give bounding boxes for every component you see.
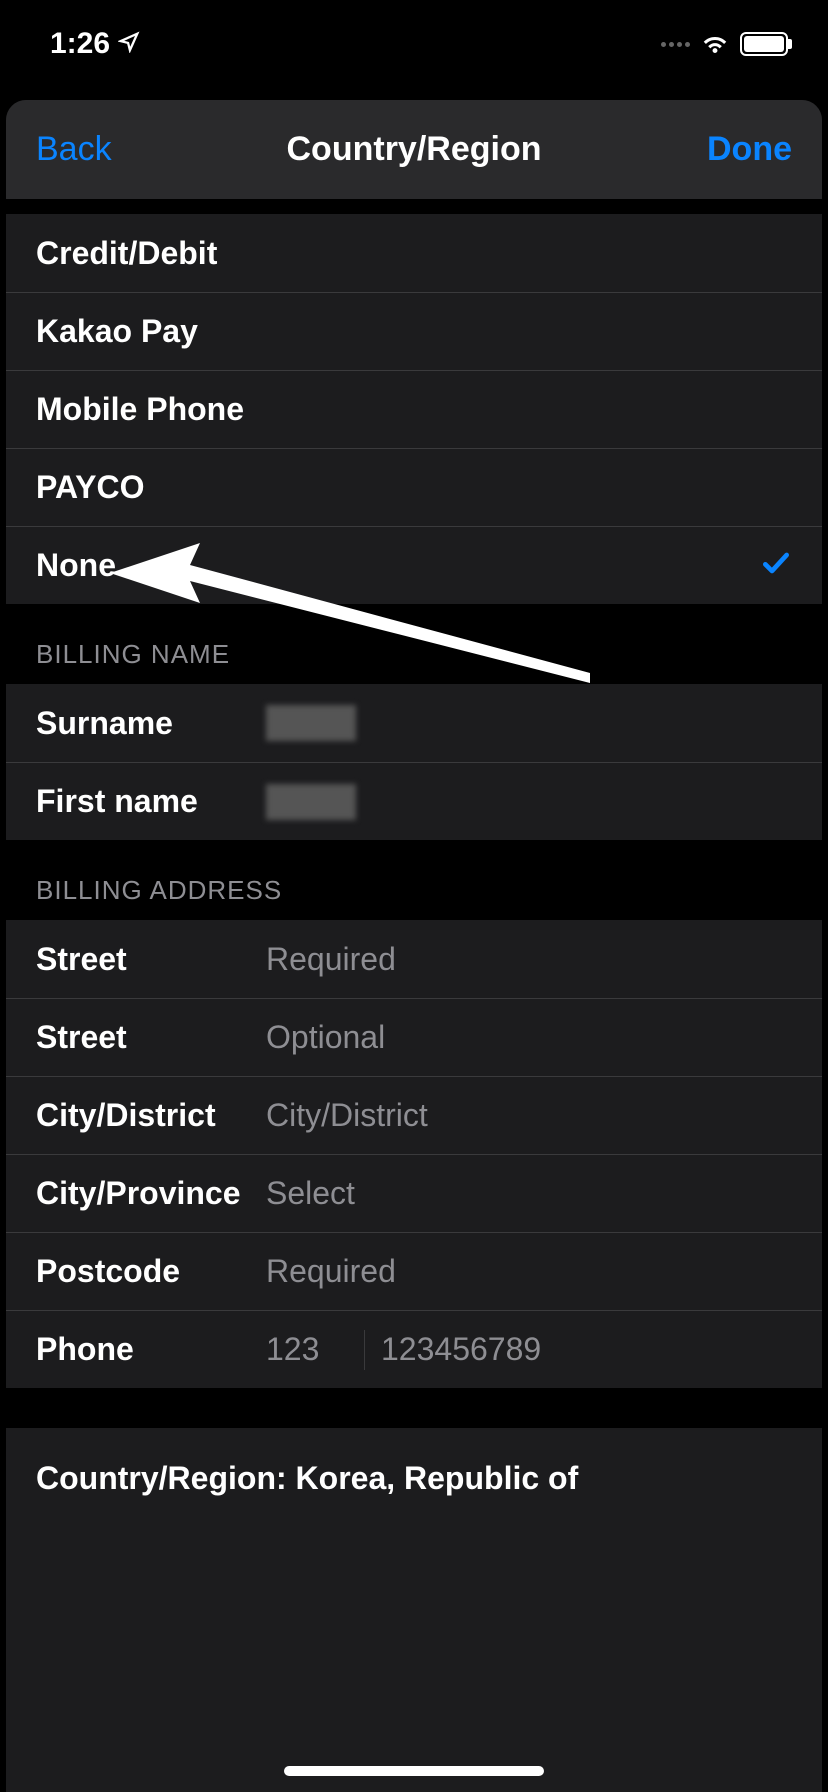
province-label: City/Province xyxy=(36,1175,266,1212)
payment-option-kakao-pay[interactable]: Kakao Pay xyxy=(6,292,822,370)
section-header-label: BILLING ADDRESS xyxy=(36,875,282,906)
postcode-input[interactable] xyxy=(266,1253,792,1290)
wifi-icon xyxy=(700,31,730,58)
phone-prefix-input[interactable] xyxy=(266,1331,356,1368)
payment-option-credit-debit[interactable]: Credit/Debit xyxy=(6,214,822,292)
battery-icon xyxy=(740,32,788,56)
status-left: 1:26 xyxy=(50,27,140,61)
street1-input[interactable] xyxy=(266,941,792,978)
country-region-label: Country/Region: Korea, Republic of xyxy=(36,1460,578,1497)
province-select[interactable]: Select xyxy=(266,1175,792,1212)
surname-row[interactable]: Surname xyxy=(6,684,822,762)
payment-option-mobile-phone[interactable]: Mobile Phone xyxy=(6,370,822,448)
status-right xyxy=(661,31,788,58)
billing-name-header: BILLING NAME xyxy=(6,604,822,684)
phone-label: Phone xyxy=(36,1331,266,1368)
street1-row[interactable]: Street xyxy=(6,920,822,998)
postcode-label: Postcode xyxy=(36,1253,266,1290)
nav-bar: Back Country/Region Done xyxy=(6,100,822,200)
modal-sheet: Back Country/Region Done Credit/Debit Ka… xyxy=(6,100,822,1792)
back-button[interactable]: Back xyxy=(36,130,112,169)
surname-label: Surname xyxy=(36,705,266,742)
phone-divider xyxy=(364,1330,365,1370)
payment-option-label: None xyxy=(36,547,116,584)
city-label: City/District xyxy=(36,1097,266,1134)
billing-address-header: BILLING ADDRESS xyxy=(6,840,822,920)
surname-value-redacted xyxy=(266,705,356,741)
page-title: Country/Region xyxy=(287,130,542,169)
checkmark-icon xyxy=(760,547,792,584)
street2-input[interactable] xyxy=(266,1019,792,1056)
country-region-row[interactable]: Country/Region: Korea, Republic of xyxy=(6,1428,822,1528)
content-scroll[interactable]: Credit/Debit Kakao Pay Mobile Phone PAYC… xyxy=(6,200,822,1528)
city-input[interactable] xyxy=(266,1097,792,1134)
street2-row[interactable]: Street xyxy=(6,998,822,1076)
home-indicator[interactable] xyxy=(284,1766,544,1776)
payment-option-payco[interactable]: PAYCO xyxy=(6,448,822,526)
payment-method-list: Credit/Debit Kakao Pay Mobile Phone PAYC… xyxy=(6,214,822,604)
payment-option-none[interactable]: None xyxy=(6,526,822,604)
payment-option-label: Kakao Pay xyxy=(36,313,198,350)
status-time: 1:26 xyxy=(50,27,110,61)
phone-row[interactable]: Phone xyxy=(6,1310,822,1388)
signal-dots-icon xyxy=(661,42,690,47)
location-icon xyxy=(118,31,140,58)
firstname-value-redacted xyxy=(266,784,356,820)
postcode-row[interactable]: Postcode xyxy=(6,1232,822,1310)
city-row[interactable]: City/District xyxy=(6,1076,822,1154)
billing-name-list: Surname First name xyxy=(6,684,822,840)
billing-address-list: Street Street City/District City/Provinc… xyxy=(6,920,822,1388)
phone-number-input[interactable] xyxy=(381,1331,801,1368)
province-row[interactable]: City/Province Select xyxy=(6,1154,822,1232)
firstname-row[interactable]: First name xyxy=(6,762,822,840)
status-bar: 1:26 xyxy=(0,0,828,88)
done-button[interactable]: Done xyxy=(707,130,792,169)
payment-option-label: Credit/Debit xyxy=(36,235,217,272)
payment-option-label: PAYCO xyxy=(36,469,144,506)
street2-label: Street xyxy=(36,1019,266,1056)
section-header-label: BILLING NAME xyxy=(36,639,230,670)
street1-label: Street xyxy=(36,941,266,978)
firstname-label: First name xyxy=(36,783,266,820)
payment-option-label: Mobile Phone xyxy=(36,391,244,428)
